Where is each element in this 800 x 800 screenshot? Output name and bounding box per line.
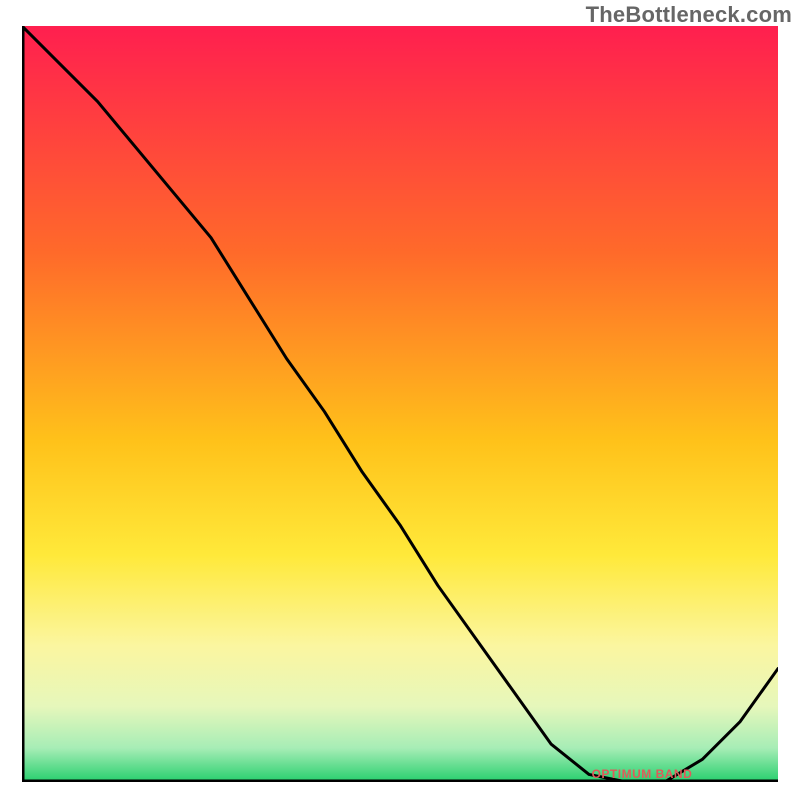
optimum-annotation: OPTIMUM BAND — [592, 767, 693, 781]
chart-svg: OPTIMUM BAND — [22, 26, 778, 782]
watermark-text: TheBottleneck.com — [586, 2, 792, 28]
plot-area: OPTIMUM BAND — [22, 26, 778, 782]
gradient-background — [22, 26, 778, 782]
chart-container: TheBottleneck.com OPTIMUM BAND — [0, 0, 800, 800]
